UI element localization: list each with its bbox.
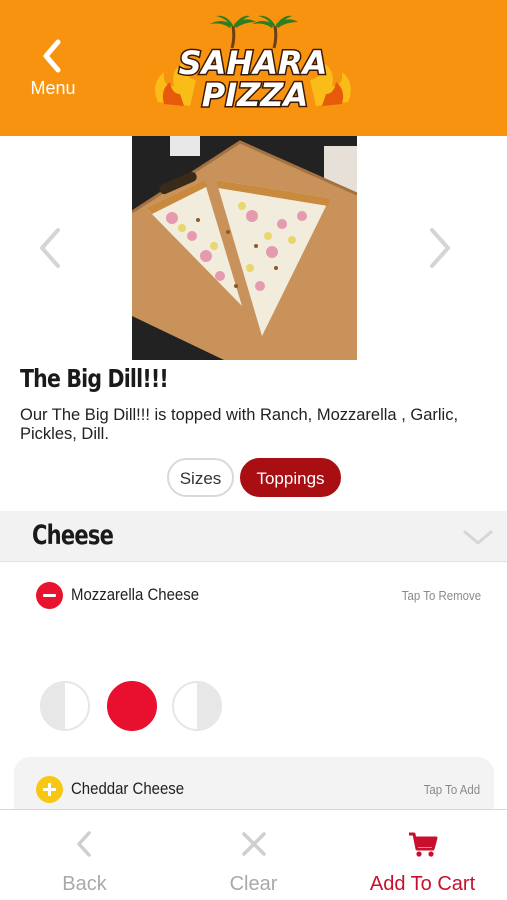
shopping-cart-icon [408,832,437,857]
topping-row: Mozzarella Cheese Tap To Remove [0,563,507,753]
chevron-down-icon [463,530,493,545]
category-title: Cheese [32,520,114,551]
topping-category-header[interactable]: Cheese [0,511,507,562]
topping-name[interactable]: Mozzarella Cheese [71,585,199,605]
previous-image-arrow-icon[interactable] [36,226,64,270]
chevron-left-icon [43,39,61,73]
close-icon [241,832,266,856]
product-title: The Big Dill!!! [20,364,169,393]
app-header: Menu SAHARA PIZZA [0,0,507,136]
topping-row: Cheddar Cheese Tap To Add [14,757,494,817]
menu-back-button[interactable]: Menu [22,38,84,108]
add-to-cart-button[interactable]: Add To Cart [338,810,507,900]
pizza-photo [132,136,357,360]
tab-sizes[interactable]: Sizes [167,458,234,497]
product-description: Our The Big Dill!!! is topped with Ranch… [20,406,459,443]
topping-action-hint[interactable]: Tap To Remove [402,588,481,603]
back-label: Back [62,873,107,895]
chevron-left-icon [76,831,91,857]
left-half-portion-icon[interactable] [40,681,90,731]
clear-label: Clear [229,873,278,895]
bottom-toolbar: Back Clear Add To Cart [0,809,507,900]
back-button[interactable]: Back [0,810,169,900]
right-half-portion-icon[interactable] [172,681,222,731]
add-circle-icon[interactable] [36,776,63,803]
whole-portion-icon[interactable] [107,681,157,731]
remove-circle-icon[interactable] [36,582,63,609]
topping-name[interactable]: Cheddar Cheese [71,779,184,799]
cart-label: Add To Cart [369,873,476,895]
next-image-arrow-icon[interactable] [426,226,454,270]
sahara-pizza-logo: SAHARA PIZZA [155,15,351,114]
tab-toppings[interactable]: Toppings [240,458,341,497]
clear-button[interactable]: Clear [169,810,338,900]
menu-label: Menu [30,78,76,98]
logo-line2: PIZZA [202,76,309,114]
topping-action-hint[interactable]: Tap To Add [424,782,480,797]
